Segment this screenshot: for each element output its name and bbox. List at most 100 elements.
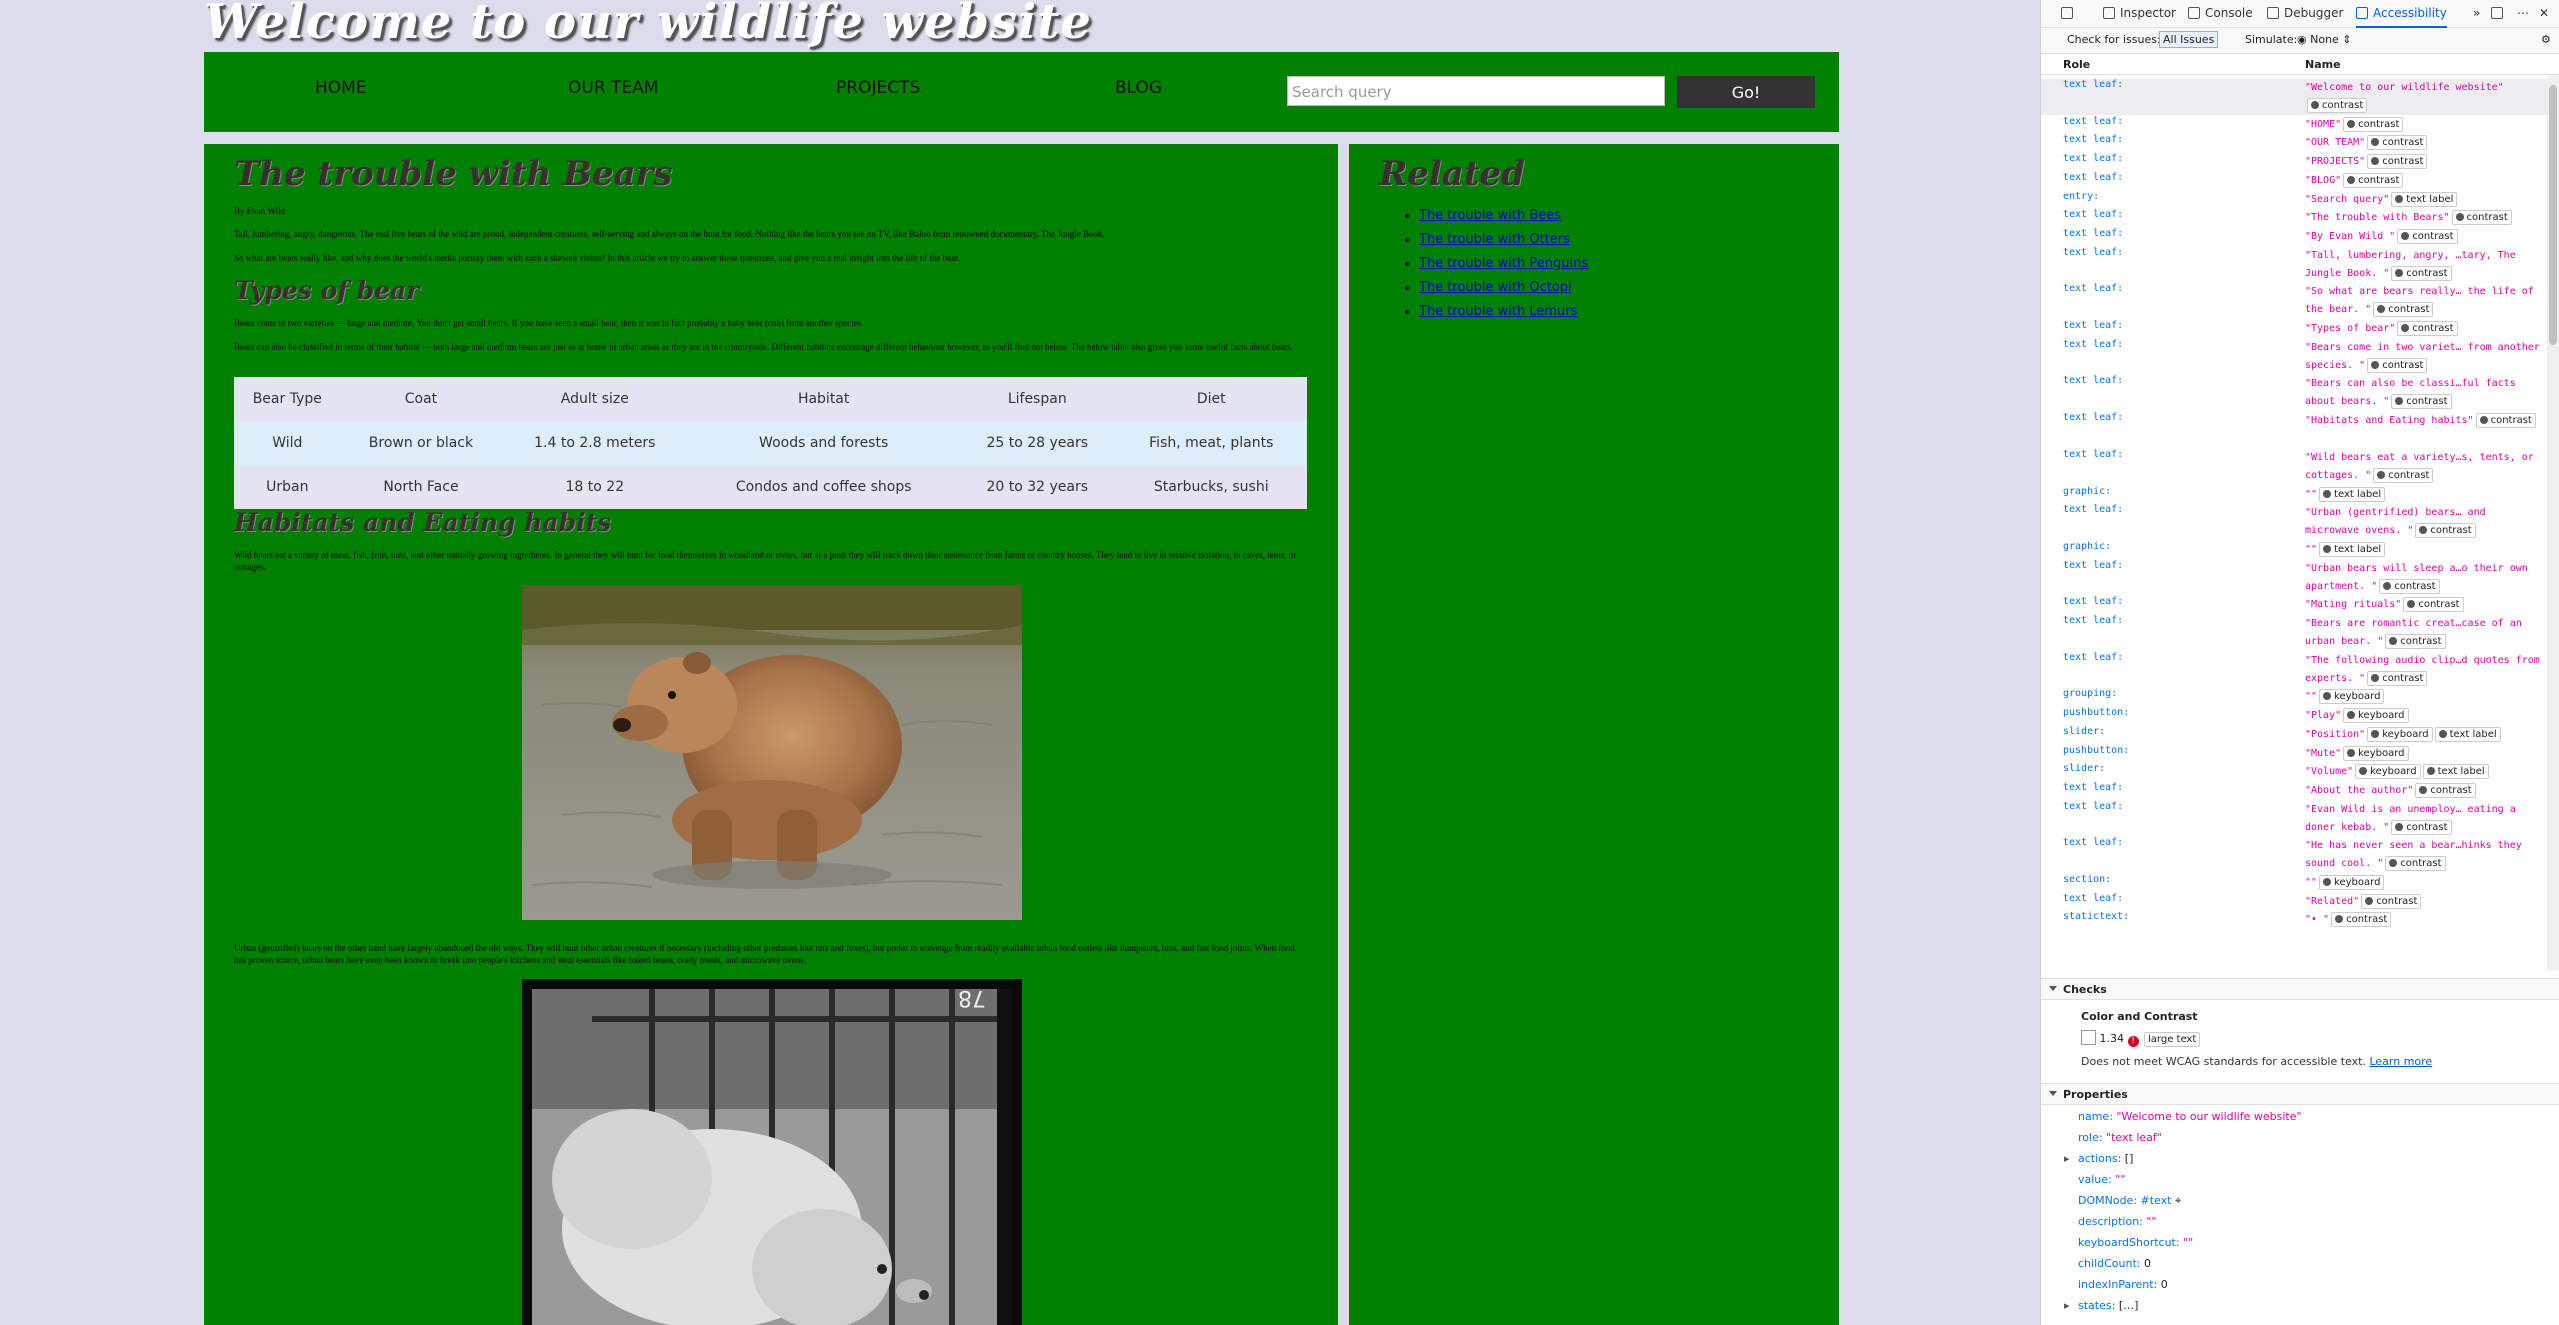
tree-row[interactable]: text leaf: "Evan Wild is an unemploy… eat…: [2041, 801, 2547, 837]
checks-section-header[interactable]: Checks: [2041, 978, 2559, 1000]
contrast-issue-icon: [2347, 119, 2356, 128]
issue-badge-label: contrast: [2418, 599, 2460, 611]
tree-row[interactable]: text leaf: "BLOG" contrast: [2041, 172, 2547, 190]
tree-row-role: text leaf:: [2063, 615, 2124, 626]
tab-console[interactable]: Console: [2188, 6, 2253, 20]
role-column-header: Role: [2063, 58, 2091, 71]
tab-debugger[interactable]: Debugger: [2267, 6, 2343, 20]
tree-row[interactable]: grouping: "" keyboard: [2041, 688, 2547, 706]
tree-row[interactable]: text leaf: "Types of bear" contrast: [2041, 320, 2547, 338]
tree-row[interactable]: text leaf: "About the author" contrast: [2041, 782, 2547, 800]
search-input[interactable]: Search query: [1287, 76, 1665, 106]
prop-value: value: "": [2078, 1173, 2126, 1186]
tree-row[interactable]: slider: "Volume" keyboard text label: [2041, 763, 2547, 781]
tree-row[interactable]: entry: "Search query" text label: [2041, 191, 2547, 209]
target-icon[interactable]: ⌖: [2175, 1194, 2181, 1207]
tree-row[interactable]: text leaf: "OUR TEAM" contrast: [2041, 134, 2547, 152]
tree-row[interactable]: text leaf: "He has never seen a bear…hink…: [2041, 837, 2547, 873]
tree-row[interactable]: text leaf: "Bears are romantic creat…case…: [2041, 615, 2547, 651]
tree-row-name: "" keyboard: [2305, 688, 2545, 706]
tree-row-name-text: "About the author": [2305, 784, 2414, 796]
tree-scrollbar[interactable]: [2547, 75, 2559, 970]
tree-row[interactable]: text leaf: "PROJECTS" contrast: [2041, 153, 2547, 171]
nav-blog-link[interactable]: BLOG: [1115, 78, 1162, 98]
issue-badge: contrast: [2397, 228, 2458, 244]
tree-row-name: "Urban bears will sleep a…o their own ap…: [2305, 560, 2545, 596]
text-label-warning-icon: [2323, 489, 2332, 498]
tree-row-name: "• " contrast: [2305, 911, 2545, 929]
tree-row[interactable]: text leaf: "The trouble with Bears" contra…: [2041, 209, 2547, 227]
tree-row[interactable]: text leaf: "HOME" contrast: [2041, 116, 2547, 134]
tree-row[interactable]: text leaf: "By Evan Wild " contrast: [2041, 228, 2547, 246]
tab-accessibility[interactable]: Accessibility: [2356, 6, 2447, 28]
pick-element-icon[interactable]: [2061, 6, 2078, 20]
tree-row[interactable]: pushbutton: "Play" keyboard: [2041, 707, 2547, 725]
tree-row-name: "Search query" text label: [2305, 191, 2545, 209]
tree-row-name-text: "Position": [2305, 728, 2366, 740]
prop-actions[interactable]: ▸ actions: []: [2064, 1152, 2133, 1165]
issue-badge-label: contrast: [2400, 858, 2442, 870]
tree-row[interactable]: text leaf: "Tall, lumbering, angry, …tary…: [2041, 247, 2547, 283]
tree-row-role: text leaf:: [2063, 781, 2124, 793]
tree-row[interactable]: text leaf: "Welcome to our wildlife websi…: [2041, 79, 2547, 115]
prop-states[interactable]: ▸ states: […]: [2064, 1299, 2138, 1312]
tree-row-role: text leaf:: [2063, 115, 2124, 127]
webpage-viewport: Welcome to our wildlife website HOME OUR…: [0, 0, 2040, 1325]
options-menu-icon[interactable]: ⋯: [2517, 6, 2529, 20]
related-sidebar: Related The trouble with Bees The troubl…: [1349, 144, 1839, 1325]
search-go-button[interactable]: Go!: [1677, 76, 1815, 108]
tree-row-name: "" keyboard: [2305, 874, 2545, 892]
related-link-octopi[interactable]: The trouble with Octopi: [1419, 280, 1572, 295]
related-link-lemurs[interactable]: The trouble with Lemurs: [1419, 304, 1577, 319]
table-row: Urban North Face 18 to 22 Condos and cof…: [234, 465, 1307, 509]
tree-row[interactable]: text leaf: "Urban bears will sleep a…o th…: [2041, 560, 2547, 596]
tree-row[interactable]: text leaf: "Related" contrast: [2041, 893, 2547, 911]
tab-inspector[interactable]: Inspector: [2103, 6, 2176, 20]
properties-section-header[interactable]: Properties: [2041, 1083, 2559, 1105]
issue-badge: contrast: [2379, 578, 2440, 594]
issue-badge: contrast: [2373, 302, 2434, 318]
tree-row[interactable]: slider: "Position" keyboard text label: [2041, 726, 2547, 744]
nav-our-team-link[interactable]: OUR TEAM: [568, 78, 658, 98]
issue-badge: contrast: [2397, 321, 2458, 336]
tree-row-name-text: "Play": [2305, 710, 2342, 722]
tree-row[interactable]: graphic: "" text label: [2041, 486, 2547, 504]
tree-row[interactable]: text leaf: "Bears come in two variet… fro…: [2041, 339, 2547, 375]
tree-row[interactable]: text leaf: "Wild bears eat a variety…s, t…: [2041, 449, 2547, 485]
issue-badge: contrast: [2391, 819, 2452, 835]
contrast-issue-icon: [2377, 305, 2386, 314]
tree-row[interactable]: text leaf: "Urban (gentrified) bears… and…: [2041, 504, 2547, 540]
main-nav: HOME OUR TEAM PROJECTS BLOG Search query…: [204, 52, 1839, 132]
tree-row[interactable]: text leaf: "Mating rituals" contrast: [2041, 596, 2547, 614]
nav-projects-link[interactable]: PROJECTS: [836, 78, 920, 98]
tree-row[interactable]: section: "" keyboard: [2041, 874, 2547, 892]
tree-row-name: "BLOG" contrast: [2305, 172, 2545, 190]
nav-home-link[interactable]: HOME: [315, 78, 367, 98]
check-issues-select[interactable]: All Issues: [2159, 31, 2219, 48]
tree-row-role: pushbutton:: [2063, 744, 2130, 756]
more-tabs-chevron-icon[interactable]: »: [2473, 6, 2480, 20]
tree-row[interactable]: text leaf: "The following audio clip…d qu…: [2041, 652, 2547, 688]
learn-more-link[interactable]: Learn more: [2369, 1055, 2432, 1068]
issue-badge: contrast: [2343, 116, 2404, 132]
tree-row[interactable]: text leaf: "So what are bears really… the…: [2041, 283, 2547, 319]
tree-row[interactable]: statictext: "• " contrast: [2041, 911, 2547, 929]
contrast-issue-icon: [2401, 231, 2410, 240]
contrast-issue-icon: [2371, 673, 2380, 682]
tree-row[interactable]: text leaf: "Bears can also be classi…ful …: [2041, 375, 2547, 411]
simulate-select[interactable]: ◉ None ⇕: [2297, 33, 2352, 46]
keyboard-issue-icon: [2347, 711, 2356, 720]
tree-row[interactable]: pushbutton: "Mute" keyboard: [2041, 745, 2547, 763]
contrast-issue-icon: [2377, 470, 2386, 479]
issue-badge: text label: [2319, 541, 2386, 557]
related-link-bees[interactable]: The trouble with Bees: [1419, 208, 1561, 223]
related-link-otters[interactable]: The trouble with Otters: [1419, 232, 1570, 247]
settings-gear-icon[interactable]: ⚙: [2541, 33, 2551, 46]
tree-row[interactable]: graphic: "" text label: [2041, 541, 2547, 559]
tree-row[interactable]: text leaf: "Habitats and Eating habits" co…: [2041, 412, 2547, 448]
issue-badge-label: contrast: [2376, 895, 2418, 907]
close-icon[interactable]: ✕: [2539, 6, 2549, 20]
related-link-penguins[interactable]: The trouble with Penguins: [1419, 256, 1588, 271]
polar-bear-image: 78: [522, 979, 1022, 1325]
dock-icon[interactable]: [2491, 6, 2508, 20]
